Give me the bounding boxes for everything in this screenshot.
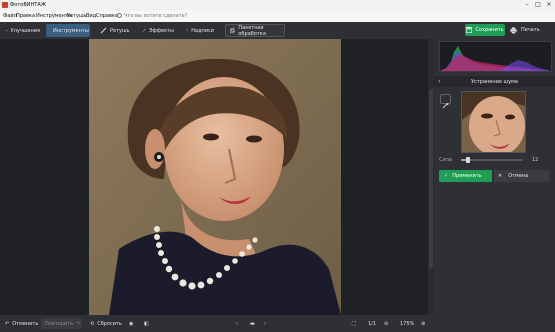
apply-label: Применить [452, 173, 482, 179]
compare-icon[interactable]: ◧ [144, 319, 149, 328]
page-indicator: 1/1 [368, 320, 377, 327]
noise-brush-icon[interactable] [440, 94, 451, 109]
tab-label: Инструменты [53, 27, 89, 34]
strength-slider-handle[interactable] [466, 157, 471, 163]
histogram-graph [440, 46, 551, 71]
title-bar: ФотоВИНТАЖ – □ × [0, 0, 555, 11]
fit-screen-icon[interactable]: ⛶ [352, 319, 356, 328]
minimize-icon[interactable]: – [523, 1, 531, 9]
print-button[interactable]: Печать [510, 24, 550, 36]
menu-file[interactable]: Файл [3, 13, 17, 19]
tab-label: Надписи [191, 27, 214, 34]
magic-wand-icon [142, 28, 146, 33]
save-icon [466, 27, 473, 33]
photo-canvas[interactable] [89, 39, 341, 315]
strength-value: 12 [532, 157, 539, 163]
app-logo-icon [2, 2, 8, 8]
eye-icon[interactable]: ◉ [129, 319, 133, 328]
brush-icon [100, 27, 107, 34]
redo-label: Повторить [45, 320, 74, 327]
next-arrow-icon[interactable]: › [264, 319, 266, 328]
tab-captions[interactable]: Надписи [182, 24, 218, 37]
cancel-label: Отмена [508, 173, 529, 179]
menu-retouch[interactable]: Ретушь [67, 13, 87, 19]
preview-image [462, 92, 525, 152]
tab-label: Эффекты [149, 27, 174, 34]
undo-label: Отменить [12, 320, 39, 327]
scrollbar-thumb[interactable] [429, 89, 433, 269]
apply-button[interactable]: ✓ Применить [439, 170, 492, 182]
portrait-image [89, 39, 341, 315]
text-icon [186, 29, 188, 32]
search-icon [117, 13, 122, 18]
preview-thumbnail [461, 91, 526, 153]
redo-icon: ↷ [76, 320, 81, 327]
batch-label: Пакетная обработка [238, 24, 266, 37]
menu-bar: Файл Правка Инструменты Ретушь Вид Справ… [0, 11, 555, 22]
tab-enhancements[interactable]: Улучшения [2, 24, 44, 37]
check-icon: ✓ [444, 173, 449, 179]
close-icon[interactable]: × [545, 1, 553, 9]
sliders-icon [6, 29, 8, 32]
redo-button-content: Повторить ↷ [45, 319, 80, 328]
menu-view[interactable]: Вид [86, 13, 96, 19]
prev-arrow-icon[interactable]: ‹ [236, 319, 238, 328]
save-label: Сохранить [475, 27, 504, 33]
histogram [439, 41, 552, 72]
undo-button[interactable]: ↶ Отменить [5, 319, 38, 328]
save-button[interactable]: Сохранить [465, 24, 505, 36]
batch-icon [230, 27, 236, 34]
search-input[interactable] [124, 12, 224, 20]
batch-processing-button[interactable]: Пакетная обработка [225, 24, 285, 37]
tab-tools[interactable]: Инструменты [46, 24, 90, 37]
close-icon: ✕ [498, 173, 503, 179]
tab-effects[interactable]: Эффекты [138, 24, 178, 37]
undo-icon: ↶ [5, 320, 10, 327]
tab-label: Улучшения [10, 27, 40, 34]
strength-label: Сила [439, 157, 453, 163]
reset-icon: ⟲ [90, 320, 95, 327]
panel-title: Устранение шума [471, 79, 518, 85]
cancel-button[interactable]: ✕ Отмена [494, 170, 550, 182]
tool-glyph [442, 103, 449, 109]
app-title: ФотоВИНТАЖ [10, 2, 47, 8]
maximize-icon[interactable]: □ [534, 1, 542, 9]
folder-icon[interactable]: ▬ [250, 319, 255, 328]
zoom-in-icon[interactable]: ⊕ [421, 319, 425, 328]
tab-retouch[interactable]: Ретушь [96, 24, 134, 37]
print-label: Печать [521, 27, 540, 33]
reset-button[interactable]: ⟲ Сбросить [90, 319, 122, 328]
reset-label: Сбросить [97, 320, 122, 327]
menu-help[interactable]: Справка [96, 13, 118, 19]
printer-icon [510, 26, 517, 34]
strength-slider[interactable] [461, 159, 523, 161]
tab-label: Ретушь [110, 27, 130, 34]
menu-edit[interactable]: Правка [16, 13, 35, 19]
panel-header: ‹ Устранение шума [434, 76, 555, 87]
status-bar: ↶ Отменить Повторить ↷ ⟲ Сбросить ◉ ◧ ‹ … [0, 315, 555, 332]
zoom-out-icon[interactable]: ⊖ [384, 319, 388, 328]
zoom-value: 175% [400, 320, 415, 327]
